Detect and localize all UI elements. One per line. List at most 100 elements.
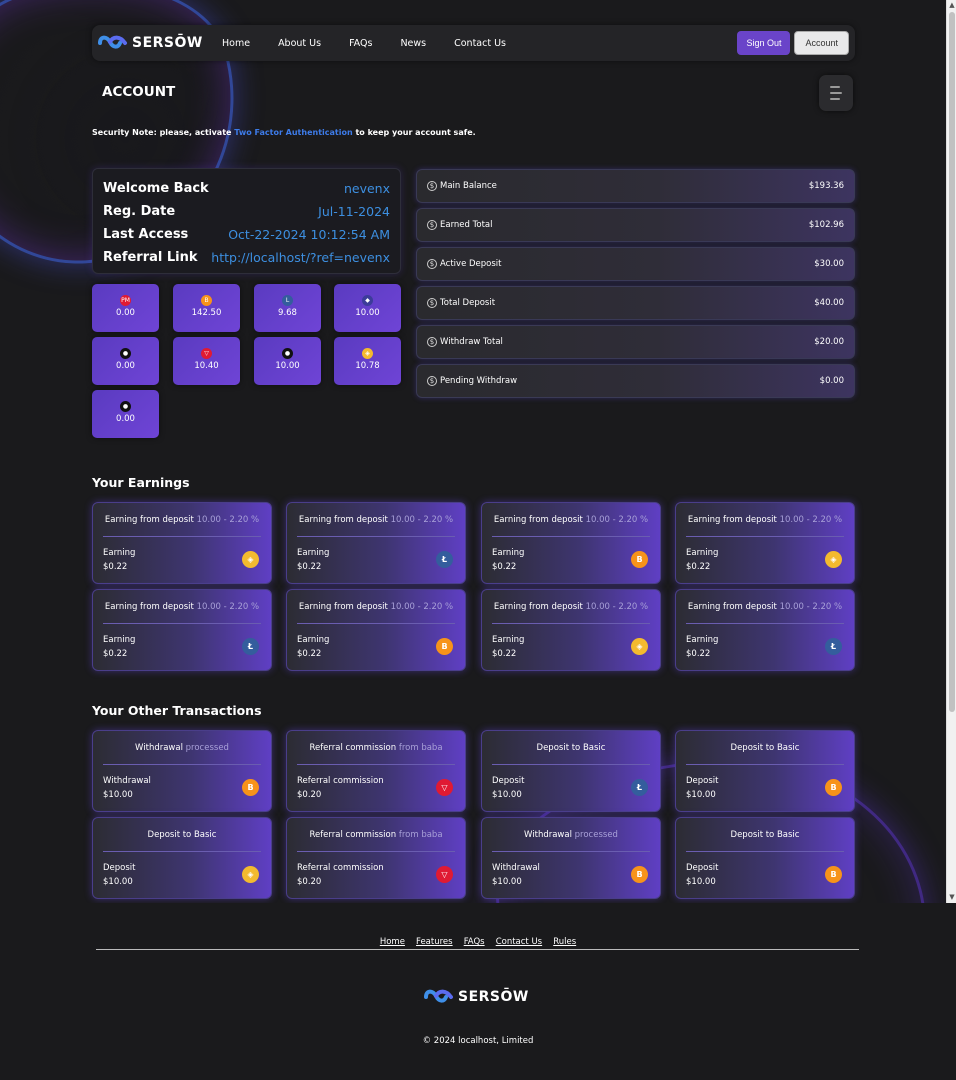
card-heading-detail: 10.00 - 2.20 %: [779, 602, 843, 612]
coin-balance-value: 0.00: [116, 414, 135, 424]
nav-link-faqs[interactable]: FAQs: [349, 38, 372, 49]
earning-card[interactable]: Earning from deposit 10.00 - 2.20 % Earni…: [286, 502, 466, 584]
balance-label: Main Balance: [440, 181, 497, 191]
main-area: SERSŌW Home About Us FAQs News Contact U…: [0, 0, 946, 903]
card-label: Deposit: [492, 776, 525, 786]
balance-label: Active Deposit: [440, 259, 502, 269]
card-heading: Withdrawal processed: [103, 741, 261, 765]
earning-card[interactable]: Earning from deposit 10.00 - 2.20 % Earni…: [92, 502, 272, 584]
coin-balance-value: 9.68: [278, 308, 297, 318]
footer-link-contact[interactable]: Contact Us: [496, 937, 542, 947]
card-label: Deposit: [686, 863, 719, 873]
transaction-card[interactable]: Deposit to Basic Deposit $10.00 B: [675, 730, 855, 812]
card-heading-text: Earning from deposit: [298, 602, 388, 612]
two-factor-link[interactable]: Two Factor Authentication: [234, 128, 352, 137]
footer-logo[interactable]: SERSŌW: [424, 988, 529, 1006]
logo[interactable]: SERSŌW: [98, 34, 222, 52]
balance-value: $30.00: [814, 259, 844, 269]
info-row-welcome: Welcome Back nevenx: [103, 177, 390, 200]
card-amount: $0.20: [297, 877, 322, 887]
card-heading-detail: 10.00 - 2.20 %: [585, 515, 649, 525]
card-label: Earning: [103, 548, 136, 558]
coin-balance-value: 0.00: [116, 308, 135, 318]
card-heading-text: Deposit to Basic: [536, 743, 606, 753]
nav-link-about[interactable]: About Us: [278, 38, 321, 49]
transaction-card[interactable]: Deposit to Basic Deposit $10.00 ◈: [92, 817, 272, 899]
coin-tile[interactable]: PM 0.00: [92, 284, 159, 332]
hamburger-icon: [830, 92, 842, 94]
card-heading-detail: 10.00 - 2.20 %: [390, 602, 454, 612]
earnings-title: Your Earnings: [92, 475, 190, 490]
earning-card[interactable]: Earning from deposit 10.00 - 2.20 % Earni…: [481, 589, 661, 671]
earning-card[interactable]: Earning from deposit 10.00 - 2.20 % Earni…: [675, 502, 855, 584]
info-value-reg-date: Jul-11-2024: [318, 204, 390, 219]
referral-link[interactable]: http://localhost/?ref=nevenx: [211, 250, 390, 265]
dollar-icon: $: [427, 259, 437, 269]
menu-toggle-button[interactable]: [819, 75, 853, 111]
card-heading: Withdrawal processed: [492, 828, 650, 852]
earning-card[interactable]: Earning from deposit 10.00 - 2.20 % Earni…: [92, 589, 272, 671]
transaction-card[interactable]: Referral commission from baba Referral co…: [286, 730, 466, 812]
card-heading-detail: 10.00 - 2.20 %: [585, 602, 649, 612]
card-label: Earning: [686, 548, 719, 558]
nav-link-news[interactable]: News: [400, 38, 426, 49]
transaction-card[interactable]: Referral commission from baba Referral co…: [286, 817, 466, 899]
sign-out-button[interactable]: Sign Out: [737, 31, 791, 55]
coin-tile[interactable]: B 142.50: [173, 284, 240, 332]
coin-tile[interactable]: ◆ 10.00: [334, 284, 401, 332]
litecoin-icon: Ł: [436, 551, 453, 568]
pm-icon: PM: [120, 295, 131, 306]
info-value-username: nevenx: [343, 181, 390, 196]
vertical-scrollbar[interactable]: ▲ ▼: [946, 0, 956, 903]
coin-tile[interactable]: ● 10.00: [254, 337, 321, 385]
account-button[interactable]: Account: [794, 31, 849, 55]
info-label: Reg. Date: [103, 204, 176, 219]
balance-label: Pending Withdraw: [440, 376, 518, 386]
transaction-card[interactable]: Withdrawal processed Withdrawal $10.00 B: [481, 817, 661, 899]
transaction-card[interactable]: Deposit to Basic Deposit $10.00 B: [675, 817, 855, 899]
hamburger-icon: [830, 86, 840, 88]
card-label: Deposit: [686, 776, 719, 786]
card-heading-text: Referral commission: [309, 830, 397, 840]
nav-link-contact[interactable]: Contact Us: [454, 38, 506, 49]
card-heading: Earning from deposit 10.00 - 2.20 %: [103, 600, 261, 624]
tron-icon: ▽: [201, 348, 212, 359]
card-heading: Earning from deposit 10.00 - 2.20 %: [492, 513, 650, 537]
earning-card[interactable]: Earning from deposit 10.00 - 2.20 % Earni…: [286, 589, 466, 671]
litecoin-icon: Ł: [631, 779, 648, 796]
coin-tile[interactable]: ● 0.00: [92, 390, 159, 438]
card-label: Referral commission: [297, 776, 384, 786]
footer-link-faqs[interactable]: FAQs: [464, 937, 485, 947]
nav-link-home[interactable]: Home: [222, 38, 250, 49]
copyright: © 2024 localhost, Limited: [422, 1036, 534, 1046]
footer-link-features[interactable]: Features: [416, 937, 453, 947]
coin-balance-value: 10.00: [275, 361, 300, 371]
coin-tile[interactable]: ● 0.00: [92, 337, 159, 385]
scrollbar-thumb[interactable]: [949, 12, 955, 712]
earning-card[interactable]: Earning from deposit 10.00 - 2.20 % Earni…: [675, 589, 855, 671]
coin-tile[interactable]: ◈ 10.78: [334, 337, 401, 385]
card-heading-text: Earning from deposit: [493, 602, 583, 612]
card-heading: Earning from deposit 10.00 - 2.20 %: [686, 513, 844, 537]
card-label: Earning: [492, 635, 525, 645]
info-row-reg-date: Reg. Date Jul-11-2024: [103, 200, 390, 223]
card-heading: Earning from deposit 10.00 - 2.20 %: [686, 600, 844, 624]
footer-link-rules[interactable]: Rules: [553, 937, 576, 947]
bitcoin-icon: B: [825, 866, 842, 883]
card-label: Withdrawal: [103, 776, 151, 786]
card-heading-text: Earning from deposit: [104, 602, 194, 612]
balance-row: $ Earned Total $102.96: [416, 208, 855, 242]
scroll-down-icon[interactable]: ▼: [948, 893, 956, 901]
scroll-up-icon[interactable]: ▲: [948, 1, 956, 9]
transaction-card[interactable]: Deposit to Basic Deposit $10.00 Ł: [481, 730, 661, 812]
card-amount: $0.22: [492, 649, 517, 659]
card-heading-detail: processed: [574, 830, 618, 840]
footer-link-home[interactable]: Home: [380, 937, 405, 947]
footer-links: Home Features FAQs Contact Us Rules: [0, 929, 956, 948]
transaction-card[interactable]: Withdrawal processed Withdrawal $10.00 B: [92, 730, 272, 812]
coin-tile[interactable]: ▽ 10.40: [173, 337, 240, 385]
info-label: Last Access: [103, 227, 189, 242]
coin-tile[interactable]: L 9.68: [254, 284, 321, 332]
earning-card[interactable]: Earning from deposit 10.00 - 2.20 % Earni…: [481, 502, 661, 584]
ethereum-icon: ◆: [362, 295, 373, 306]
